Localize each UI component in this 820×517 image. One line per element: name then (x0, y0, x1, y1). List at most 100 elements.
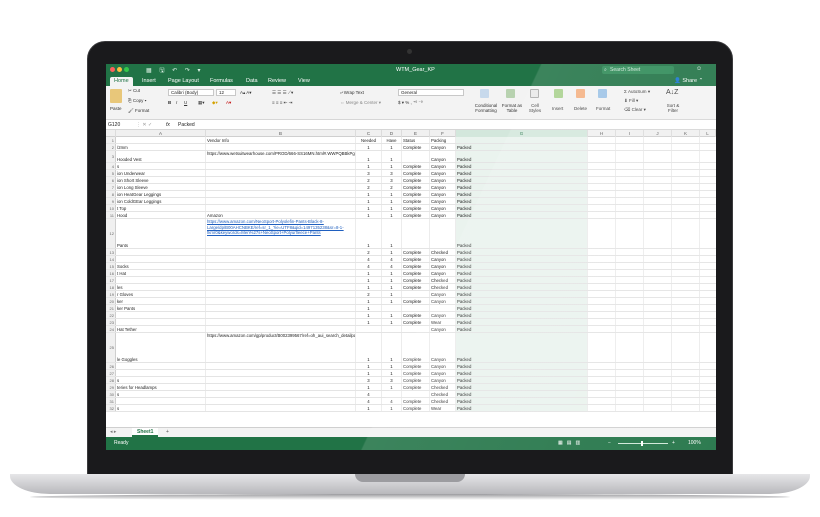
empty-cell[interactable] (616, 177, 644, 183)
empty-cell[interactable] (644, 191, 672, 197)
cell-e[interactable]: Complete (402, 198, 430, 204)
cell-b[interactable] (206, 363, 356, 369)
delete-cells-icon[interactable] (576, 89, 585, 98)
cell-d[interactable]: 1 (382, 198, 402, 204)
empty-cell[interactable] (588, 284, 616, 290)
wrap-text-button[interactable]: ⤶ Wrap Text (340, 90, 364, 95)
empty-cell[interactable] (616, 284, 644, 290)
cell-f[interactable]: Canyon (430, 270, 456, 276)
cell-f[interactable]: Checked (430, 277, 456, 283)
cell-c[interactable]: 1 (356, 405, 382, 411)
zoom-slider[interactable] (618, 443, 668, 444)
cell-g[interactable]: Packed (456, 256, 588, 262)
cell-c[interactable]: 1 (356, 219, 382, 248)
empty-cell[interactable] (588, 212, 616, 218)
empty-cell[interactable] (672, 298, 700, 304)
cell-c[interactable]: 4 (356, 391, 382, 397)
empty-cell[interactable] (616, 144, 644, 150)
cell-e[interactable] (402, 391, 430, 397)
empty-cell[interactable] (700, 326, 716, 332)
cell-a[interactable]: ker (116, 298, 206, 304)
zoom-in-button[interactable]: + (672, 437, 675, 450)
cell-e[interactable]: Complete (402, 370, 430, 376)
cell-f[interactable] (430, 219, 456, 248)
empty-cell[interactable] (700, 333, 716, 362)
empty-cell[interactable] (700, 284, 716, 290)
row-number[interactable]: 15 (106, 263, 116, 269)
cell-b[interactable] (206, 263, 356, 269)
empty-cell[interactable] (616, 312, 644, 318)
cell-c[interactable]: 1 (356, 284, 382, 290)
cell-f[interactable]: Canyon (430, 151, 456, 162)
cell-e[interactable]: Complete (402, 398, 430, 404)
cell-e[interactable]: Complete (402, 277, 430, 283)
empty-cell[interactable] (644, 256, 672, 262)
autosum-button[interactable]: Σ AutoSum ▾ (624, 89, 650, 95)
cell-b[interactable] (206, 163, 356, 169)
cell-g[interactable]: Packed (456, 270, 588, 276)
empty-cell[interactable] (672, 177, 700, 183)
cell-g[interactable]: Packed (456, 377, 588, 383)
empty-cell[interactable] (644, 391, 672, 397)
cell-b[interactable] (206, 305, 356, 311)
empty-cell[interactable] (588, 256, 616, 262)
cell-d[interactable]: 1 (382, 298, 402, 304)
empty-cell[interactable] (644, 277, 672, 283)
cell-a[interactable]: ion HeatGear Leggings (116, 191, 206, 197)
cell-f[interactable]: Checked (430, 391, 456, 397)
cell-f[interactable]: Checked (430, 398, 456, 404)
empty-cell[interactable] (672, 319, 700, 325)
cell-a[interactable]: Hooded Vest (116, 151, 206, 162)
empty-cell[interactable] (672, 305, 700, 311)
cell-f[interactable]: Packing (430, 137, 456, 143)
cell-f[interactable]: Canyon (430, 256, 456, 262)
empty-cell[interactable] (616, 319, 644, 325)
font-name-select[interactable]: Calibri (Body) (168, 89, 214, 96)
cell-f[interactable]: Canyon (430, 184, 456, 190)
cell-f[interactable]: Canyon (430, 298, 456, 304)
cell-a[interactable] (116, 137, 206, 143)
format-as-table-button[interactable]: Format as Table (500, 103, 524, 113)
empty-cell[interactable] (700, 270, 716, 276)
cell-b[interactable] (206, 291, 356, 297)
row-number[interactable]: 4 (106, 163, 116, 169)
empty-cell[interactable] (644, 305, 672, 311)
empty-cell[interactable] (700, 177, 716, 183)
formula-input[interactable]: Packed (178, 120, 195, 130)
empty-cell[interactable] (672, 137, 700, 143)
cell-d[interactable]: 1 (382, 363, 402, 369)
cell-a[interactable]: /2mm (116, 144, 206, 150)
cell-d[interactable]: 1 (382, 249, 402, 255)
empty-cell[interactable] (616, 205, 644, 211)
cell-f[interactable]: Wear (430, 405, 456, 411)
cell-f[interactable]: Checked (430, 249, 456, 255)
cell-b[interactable]: https://www.wetsuitwearhouse.com/PROD/66… (206, 151, 356, 162)
cell-e[interactable]: Complete (402, 319, 430, 325)
cell-e[interactable]: Status (402, 137, 430, 143)
sort-filter-icon[interactable]: A↓Z (666, 89, 678, 96)
empty-cell[interactable] (588, 384, 616, 390)
font-color-button[interactable]: A▾ (226, 100, 231, 106)
cell-g[interactable]: Packed (456, 398, 588, 404)
cell-e[interactable] (402, 151, 430, 162)
empty-cell[interactable] (588, 170, 616, 176)
cell-c[interactable]: 1 (356, 151, 382, 162)
clear-button[interactable]: ⌫ Clear ▾ (624, 107, 646, 113)
cell-d[interactable]: 1 (382, 205, 402, 211)
cell-d[interactable] (382, 305, 402, 311)
column-header-e[interactable]: E (402, 130, 430, 137)
row-number[interactable]: 17 (106, 277, 116, 283)
row-number[interactable]: 32 (106, 405, 116, 411)
cell-d[interactable]: 1 (382, 319, 402, 325)
empty-cell[interactable] (672, 219, 700, 248)
format-cells-button[interactable]: Format (596, 106, 610, 111)
row-number[interactable]: 10 (106, 205, 116, 211)
cell-g[interactable]: Packed (456, 205, 588, 211)
cell-b[interactable] (206, 144, 356, 150)
cell-g[interactable]: Packed (456, 184, 588, 190)
empty-cell[interactable] (700, 212, 716, 218)
empty-cell[interactable] (700, 291, 716, 297)
empty-cell[interactable] (672, 384, 700, 390)
cell-a[interactable]: t Top (116, 205, 206, 211)
empty-cell[interactable] (700, 277, 716, 283)
